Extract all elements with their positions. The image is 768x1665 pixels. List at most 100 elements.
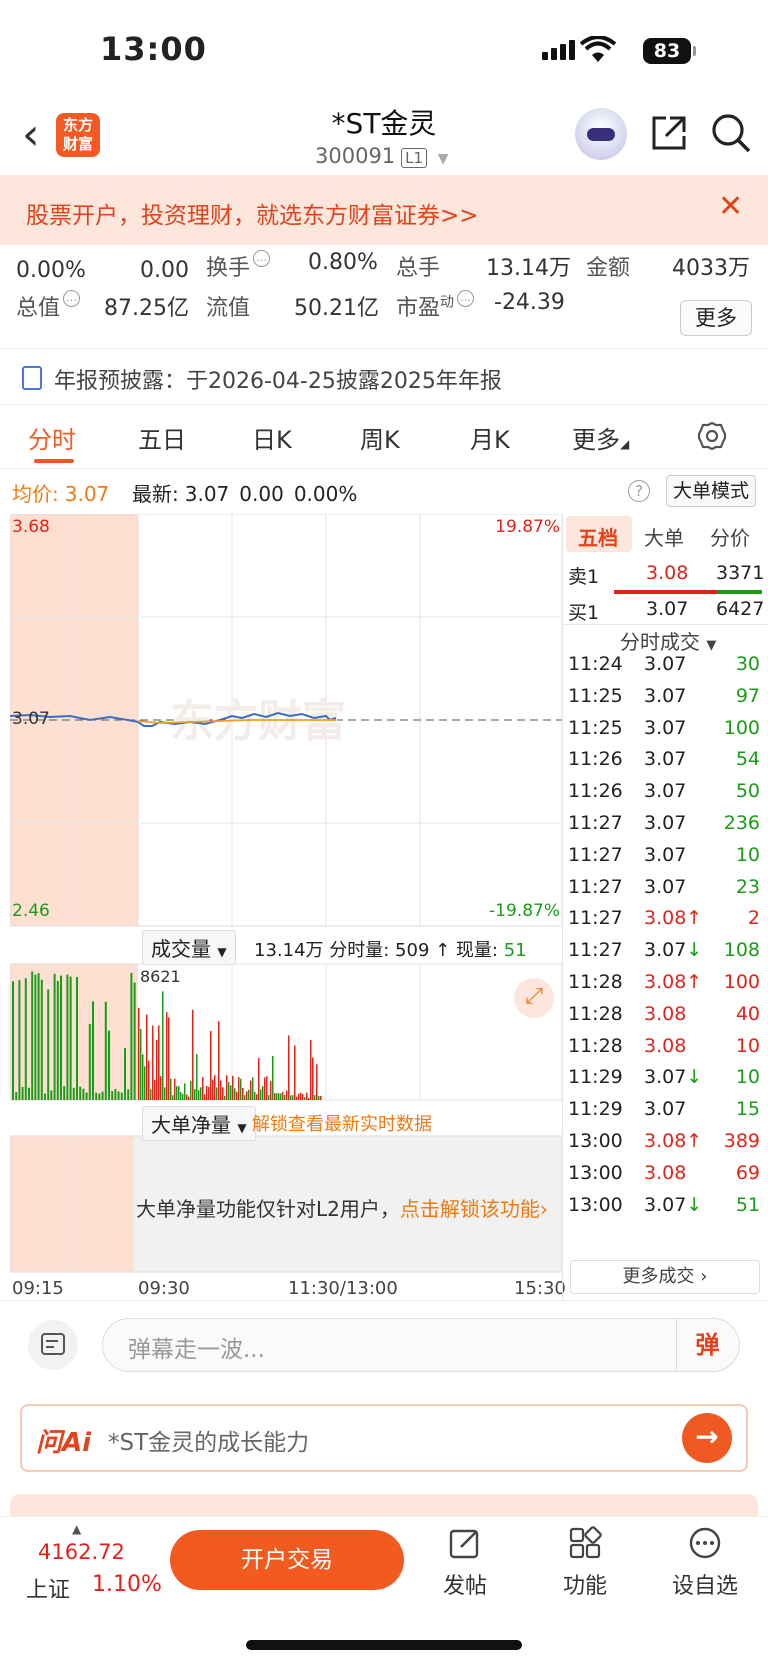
volume-bar (31, 971, 34, 1100)
volume-bar (238, 1077, 240, 1100)
trade-row: 11:24 3.07 30 (566, 653, 762, 687)
change-value: 0.00 (140, 258, 189, 283)
volume-bar (104, 1001, 107, 1100)
tab-five-day[interactable]: 五日 (138, 420, 186, 455)
post-button[interactable]: 发帖 (420, 1526, 510, 1600)
tab-five-levels[interactable]: 五档 (578, 522, 618, 551)
volume-bar (130, 972, 133, 1100)
buy1-volume: 6427 (716, 598, 765, 620)
volume-bar (162, 991, 164, 1100)
arrow-right-icon[interactable]: → (682, 1413, 732, 1463)
volume-bar (44, 1093, 46, 1100)
volume-bar (192, 1009, 194, 1100)
volume-bar (300, 1092, 302, 1100)
trade-row: 11:29 3.07 15 (566, 1098, 762, 1132)
trade-time: 11:28 (568, 1034, 623, 1057)
function-button[interactable]: 功能 (540, 1526, 630, 1600)
volume-bar (288, 1035, 290, 1100)
share-icon[interactable] (650, 114, 688, 152)
change-pct: 0.00% (16, 258, 86, 283)
trade-volume: 100 (723, 716, 760, 739)
trade-volume: 69 (735, 1161, 760, 1184)
index-pct[interactable]: 1.10% (92, 1572, 162, 1597)
stock-code-selector[interactable]: 300091 L1 ▼ (315, 144, 449, 168)
close-icon[interactable]: ✕ (718, 192, 743, 222)
volume-bar (88, 1023, 91, 1100)
volume-bar (216, 1087, 218, 1100)
netflow-selector[interactable]: 大单净量 ▼ (142, 1106, 256, 1141)
tab-daily-k[interactable]: 日K (252, 420, 292, 455)
annual-report-notice[interactable]: 年报预披露：于2026-04-25披露2025年年报 (54, 363, 502, 395)
help-icon[interactable]: ? (628, 480, 650, 502)
volume-bar (178, 1086, 180, 1100)
volume-bar (117, 1091, 120, 1100)
volume-bar (82, 1088, 85, 1100)
volume-bar (220, 1080, 222, 1100)
volume-bar (316, 1064, 318, 1100)
add-watchlist-button[interactable]: 设自选 (660, 1526, 750, 1600)
more-trades-button[interactable]: 更多成交 › (570, 1260, 760, 1294)
index-name[interactable]: 上证 (26, 1572, 70, 1604)
volume-bar (170, 1078, 172, 1100)
big-order-mode-button[interactable]: 大单模式 (666, 475, 756, 507)
expand-icon[interactable]: ⤢ (514, 978, 554, 1018)
price-low-label: 2.46 (12, 901, 50, 921)
volume-bar (158, 1025, 160, 1100)
volume-bar (150, 1089, 152, 1100)
more-dots-icon (689, 1527, 721, 1559)
turnover-value: 0.80% (308, 250, 378, 275)
tab-more[interactable]: 更多◢ (572, 420, 629, 455)
volume-bar (194, 1089, 196, 1100)
trade-volume: 236 (723, 812, 760, 834)
volume-bar (262, 1086, 264, 1100)
volume-bar (101, 1091, 104, 1100)
sell1-volume: 3371 (716, 562, 765, 584)
volume-bar (114, 1088, 117, 1100)
danmu-toggle-button[interactable]: 弹 (676, 1318, 738, 1372)
tab-monthly-k[interactable]: 月K (470, 420, 510, 455)
back-button[interactable]: ‹ (22, 113, 40, 157)
promo-banner-text[interactable]: 股票开户，投资理财，就选东方财富证券>> (26, 196, 479, 230)
volume-bar (292, 1095, 294, 1100)
tab-big-orders[interactable]: 大单 (644, 522, 684, 551)
volume-selector[interactable]: 成交量 ▼ (142, 930, 236, 965)
volume-bar (304, 1097, 306, 1100)
volume-bar (226, 1075, 228, 1100)
tab-intraday[interactable]: 分时 (28, 420, 76, 455)
divider (562, 624, 768, 625)
volume-bar (156, 1039, 158, 1100)
trades-title[interactable]: 分时成交 ▼ (620, 626, 716, 655)
trade-row: 13:00 3.07↓ 51 (566, 1194, 762, 1228)
volume-bar (306, 1092, 308, 1100)
robot-assistant-icon[interactable] (575, 108, 627, 160)
trade-volume: 10 (735, 843, 760, 866)
trade-price: 3.07 (644, 875, 687, 898)
tab-price-dist[interactable]: 分价 (710, 522, 750, 551)
price-high-label: 3.68 (12, 517, 50, 537)
pe-value: -24.39 (494, 290, 565, 315)
volume-bar (188, 1096, 190, 1100)
volume-bar (40, 979, 43, 1100)
trade-price: 3.07 (644, 843, 687, 866)
open-account-trade-button[interactable]: 开户交易 (170, 1530, 404, 1590)
intraday-chart[interactable]: 东方财富 3.68 3.07 2.46 19.87% -19.87% 8621 (10, 514, 562, 1274)
volume-bar (63, 1086, 66, 1100)
gear-icon[interactable] (696, 420, 728, 452)
trade-volume: 10 (735, 1034, 760, 1057)
ask-ai-question[interactable]: *ST金灵的成长能力 (108, 1423, 309, 1457)
more-button[interactable]: 更多 (680, 300, 752, 336)
trade-row: 13:00 3.08↑ 389 (566, 1130, 762, 1164)
tab-weekly-k[interactable]: 周K (360, 420, 400, 455)
trade-row: 13:00 3.08 69 (566, 1162, 762, 1196)
comment-settings-icon[interactable] (28, 1320, 78, 1370)
volume-bar (37, 973, 40, 1100)
search-icon[interactable] (710, 112, 752, 154)
index-value[interactable]: 4162.72 (38, 1540, 125, 1564)
trade-row: 11:25 3.07 97 (566, 685, 762, 719)
trade-time: 13:00 (568, 1161, 623, 1184)
avg-price: 均价: 3.07 (12, 482, 110, 506)
volume-bar (264, 1077, 266, 1100)
netflow-unlock-link[interactable]: 解锁查看最新实时数据 (252, 1110, 432, 1136)
buy-ratio-bar (718, 590, 762, 594)
netflow-unlock-button[interactable]: 点击解锁该功能 (400, 1197, 540, 1221)
